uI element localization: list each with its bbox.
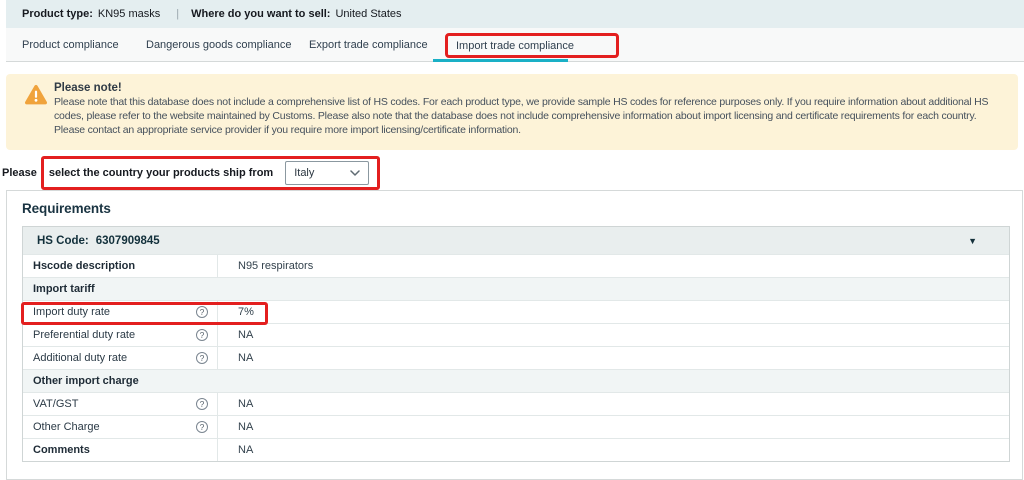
row-value-cell: N95 respirators (218, 255, 1009, 277)
row-value: NA (238, 329, 253, 341)
hs-code-value: 6307909845 (96, 235, 160, 247)
row-value-cell: NA (218, 393, 1009, 415)
row-value-cell: NA (218, 416, 1009, 438)
help-icon[interactable]: ? (196, 352, 208, 364)
row-label-cell: VAT/GST? (23, 393, 218, 415)
row-value-cell: NA (218, 347, 1009, 369)
row-label: VAT/GST (33, 398, 78, 410)
row-value: 7% (238, 306, 254, 318)
page: Product type: KN95 masks | Where do you … (0, 0, 1024, 470)
notice-banner: Please note! Please note that this datab… (6, 74, 1018, 150)
separator: | (176, 8, 179, 20)
table-row: Import duty rate? 7% (23, 300, 1009, 323)
row-value-cell: NA (218, 439, 1009, 461)
requirements-table: HS Code: 6307909845 ▼ Hscode description… (22, 226, 1010, 462)
ship-from-row: Please select the country your products … (2, 156, 380, 190)
help-icon[interactable]: ? (196, 398, 208, 410)
requirements-panel: Requirements HS Code: 6307909845 ▼ Hscod… (6, 190, 1023, 480)
sell-destination-value: United States (335, 8, 401, 20)
row-value: NA (238, 398, 253, 410)
section-label: Import tariff (33, 283, 95, 295)
sell-destination-label: Where do you want to sell: (191, 8, 330, 20)
row-value: NA (238, 444, 253, 456)
row-label-cell: Preferential duty rate? (23, 324, 218, 346)
collapse-caret-icon[interactable]: ▼ (968, 236, 977, 246)
row-label-cell: Import duty rate? (23, 301, 218, 323)
hs-code-header[interactable]: HS Code: 6307909845 ▼ (23, 227, 1009, 254)
product-type-label: Product type: (22, 8, 93, 20)
tab-product-compliance[interactable]: Product compliance (22, 28, 119, 61)
notice-title: Please note! (54, 82, 1002, 94)
help-icon[interactable]: ? (196, 306, 208, 318)
context-bar: Product type: KN95 masks | Where do you … (6, 0, 1024, 28)
row-label-cell: Additional duty rate? (23, 347, 218, 369)
row-value: NA (238, 421, 253, 433)
row-value: NA (238, 352, 253, 364)
section-label: Other import charge (33, 375, 139, 387)
row-label-cell: Comments (23, 439, 218, 461)
row-label: Import duty rate (33, 306, 110, 318)
table-row: VAT/GST? NA (23, 392, 1009, 415)
tab-export-trade-compliance[interactable]: Export trade compliance (309, 28, 428, 61)
table-row: Additional duty rate? NA (23, 346, 1009, 369)
table-row: Comments NA (23, 438, 1009, 461)
requirements-rows: Hscode description N95 respirators Import … (23, 254, 1009, 461)
annotation-ship-from: select the country your products ship fr… (41, 156, 380, 190)
ship-from-label: select the country your products ship fr… (49, 167, 273, 179)
row-label: Preferential duty rate (33, 329, 135, 341)
row-label-cell: Other Charge? (23, 416, 218, 438)
requirements-heading: Requirements (22, 201, 1007, 216)
notice-body: Please note that this database does not … (54, 96, 1002, 138)
table-row: Other Charge? NA (23, 415, 1009, 438)
table-row: Hscode description N95 respirators (23, 254, 1009, 277)
row-value-cell: 7% (218, 301, 1009, 323)
ship-from-select[interactable]: Italy (285, 161, 369, 185)
row-label: Hscode description (33, 260, 135, 272)
tab-bar: Product compliance Dangerous goods compli… (6, 28, 1024, 62)
help-icon[interactable]: ? (196, 421, 208, 433)
notice-text: Please note! Please note that this datab… (54, 82, 1002, 138)
tab-import-trade-compliance[interactable]: Import trade compliance (445, 33, 619, 58)
ship-from-selected-value: Italy (294, 167, 314, 179)
ship-from-label-prefix: Please (2, 167, 37, 179)
hs-code-label: HS Code: (37, 235, 89, 247)
row-label: Additional duty rate (33, 352, 127, 364)
table-section-row: Import tariff (23, 277, 1009, 300)
row-value: N95 respirators (238, 260, 313, 272)
table-section-row: Other import charge (23, 369, 1009, 392)
row-label-cell: Hscode description (23, 255, 218, 277)
table-row: Preferential duty rate? NA (23, 323, 1009, 346)
row-label: Comments (33, 444, 90, 456)
row-label: Other Charge (33, 421, 100, 433)
help-icon[interactable]: ? (196, 329, 208, 341)
tab-dangerous-goods-compliance[interactable]: Dangerous goods compliance (146, 28, 292, 61)
chevron-down-icon (350, 170, 360, 176)
row-value-cell: NA (218, 324, 1009, 346)
product-type-value: KN95 masks (98, 8, 160, 20)
warning-icon (24, 84, 48, 110)
